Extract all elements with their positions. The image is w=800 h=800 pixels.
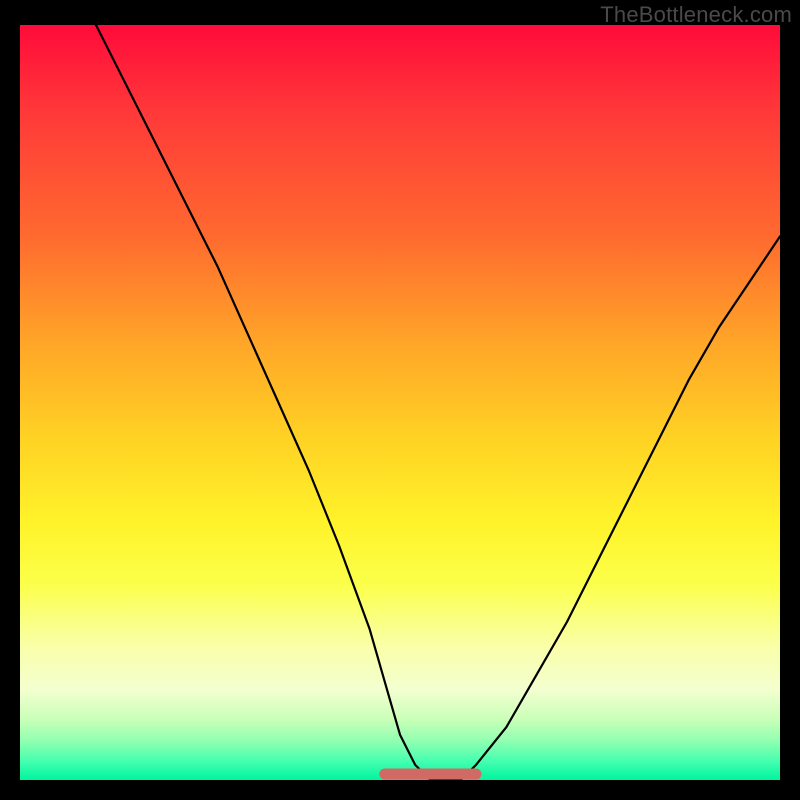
v-curve-path — [96, 25, 780, 780]
chart-frame: TheBottleneck.com — [0, 0, 800, 800]
curve-svg — [20, 25, 780, 780]
plot-area — [20, 25, 780, 780]
